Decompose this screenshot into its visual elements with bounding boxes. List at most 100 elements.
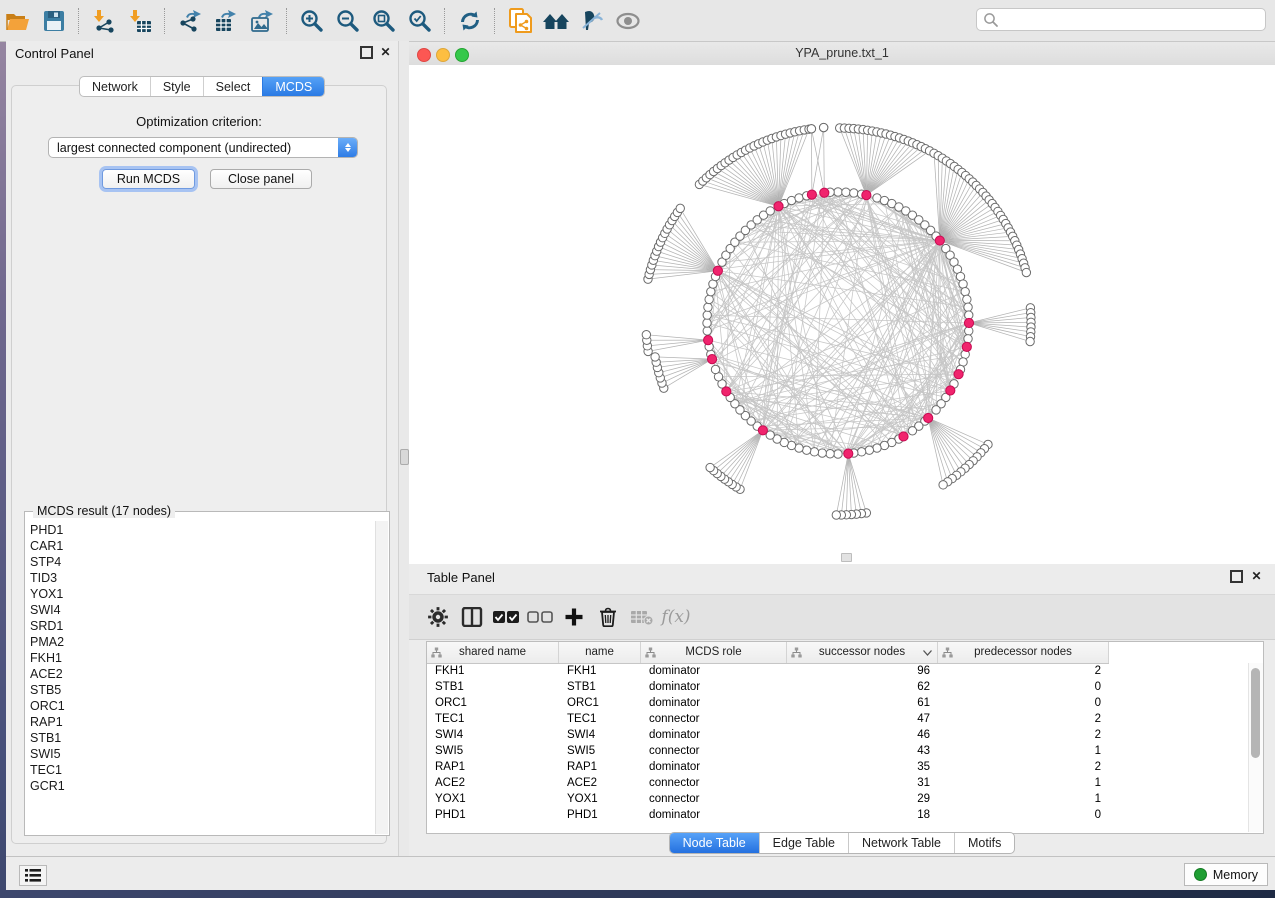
criterion-dropdown[interactable]: largest connected component (undirected) [48,137,358,158]
list-item[interactable]: TID3 [27,570,375,586]
network-canvas[interactable] [409,65,1275,564]
network-node[interactable] [707,355,716,364]
network-node[interactable] [932,406,940,414]
network-node[interactable] [962,342,971,351]
refresh-layout-icon[interactable] [455,6,485,36]
network-node[interactable] [1026,337,1034,345]
import-network-icon[interactable] [89,6,119,36]
list-item[interactable]: YOX1 [27,586,375,602]
network-node[interactable] [802,446,810,454]
network-node[interactable] [862,191,871,200]
network-node[interactable] [954,370,963,379]
deselect-all-icon[interactable] [523,602,557,632]
network-node[interactable] [834,188,842,196]
import-table-icon[interactable] [125,6,155,36]
tab-network[interactable]: Network [80,77,150,96]
list-item[interactable]: TEC1 [27,762,375,778]
network-graph[interactable] [409,65,1275,564]
zoom-fit-icon[interactable] [369,6,399,36]
canvas-splitter-grip[interactable] [841,553,852,562]
table-row[interactable]: ACE2ACE2connector311 [427,775,1249,791]
column-header[interactable]: predecessor nodes [938,642,1109,663]
network-node[interactable] [820,188,829,197]
clone-network-icon[interactable] [505,6,535,36]
network-node[interactable] [939,481,947,489]
tab-motifs[interactable]: Motifs [954,833,1014,853]
list-item[interactable]: SWI5 [27,746,375,762]
export-image-icon[interactable] [247,6,277,36]
export-table-icon[interactable] [211,6,241,36]
list-item[interactable]: FKH1 [27,650,375,666]
first-neighbors-icon[interactable] [541,6,571,36]
network-node[interactable] [819,123,827,131]
network-node[interactable] [964,335,972,343]
zoom-selected-icon[interactable] [405,6,435,36]
close-panel-button[interactable]: Close panel [210,169,312,189]
network-node[interactable] [834,450,842,458]
select-all-icon[interactable] [489,602,523,632]
network-node[interactable] [818,449,826,457]
splitter-grip[interactable] [400,449,409,465]
network-node[interactable] [1022,268,1030,276]
table-row[interactable]: SWI5SWI5connector431 [427,743,1249,759]
table-row[interactable]: RAP1RAP1dominator352 [427,759,1249,775]
network-node[interactable] [704,335,713,344]
network-node[interactable] [642,331,650,339]
mcds-result-scrollbar[interactable] [375,521,388,834]
list-item[interactable]: RAP1 [27,714,375,730]
task-history-button[interactable] [19,865,47,886]
tab-select[interactable]: Select [203,77,263,96]
list-item[interactable]: CAR1 [27,538,375,554]
network-node[interactable] [807,190,816,199]
network-node[interactable] [711,365,719,373]
zoom-in-icon[interactable] [297,6,327,36]
network-node[interactable] [832,511,840,519]
show-details-icon[interactable] [613,6,643,36]
network-node[interactable] [961,287,969,295]
table-row[interactable]: STB1STB1dominator620 [427,679,1249,695]
float-table-panel-icon[interactable] [1230,570,1243,583]
network-node[interactable] [959,280,967,288]
list-item[interactable]: STB5 [27,682,375,698]
table-row[interactable]: FKH1FKH1dominator962 [427,663,1249,679]
network-node[interactable] [676,204,684,212]
network-node[interactable] [964,318,973,327]
zoom-out-icon[interactable] [333,6,363,36]
list-item[interactable]: STB1 [27,730,375,746]
list-item[interactable]: PMA2 [27,634,375,650]
run-mcds-button[interactable]: Run MCDS [102,169,195,189]
network-node[interactable] [826,450,834,458]
network-node[interactable] [722,387,731,396]
float-panel-icon[interactable] [360,46,373,59]
network-node[interactable] [924,413,933,422]
close-table-panel-icon[interactable]: ✕ [1250,570,1263,583]
network-node[interactable] [873,444,881,452]
delete-icon[interactable] [591,602,625,632]
tab-network-table[interactable]: Network Table [848,833,954,853]
network-node[interactable] [865,446,873,454]
memory-button[interactable]: Memory [1184,863,1268,886]
list-item[interactable]: PHD1 [27,522,375,538]
mcds-result-list[interactable]: PHD1CAR1STP4TID3YOX1SWI4SRD1PMA2FKH1ACE2… [27,522,375,833]
table-row[interactable]: TEC1TEC1connector472 [427,711,1249,727]
table-row[interactable]: SWI4SWI4dominator462 [427,727,1249,743]
table-scrollbar[interactable] [1248,663,1263,832]
network-node[interactable] [844,449,853,458]
tab-mcds[interactable]: MCDS [262,77,324,96]
network-node[interactable] [795,194,803,202]
search-input[interactable] [976,8,1266,31]
list-item[interactable]: STP4 [27,554,375,570]
tab-node-table[interactable]: Node Table [670,833,759,853]
table-settings-icon[interactable] [421,602,455,632]
network-node[interactable] [810,448,818,456]
network-node[interactable] [704,303,712,311]
list-item[interactable]: GCR1 [27,778,375,794]
network-node[interactable] [706,463,714,471]
export-network-icon[interactable] [175,6,205,36]
list-item[interactable]: SWI4 [27,602,375,618]
table-row[interactable]: PHD1PHD1dominator180 [427,807,1249,823]
network-node[interactable] [758,426,767,435]
table-row[interactable]: YOX1YOX1connector291 [427,791,1249,807]
table-row[interactable]: ORC1ORC1dominator610 [427,695,1249,711]
list-item[interactable]: ACE2 [27,666,375,682]
